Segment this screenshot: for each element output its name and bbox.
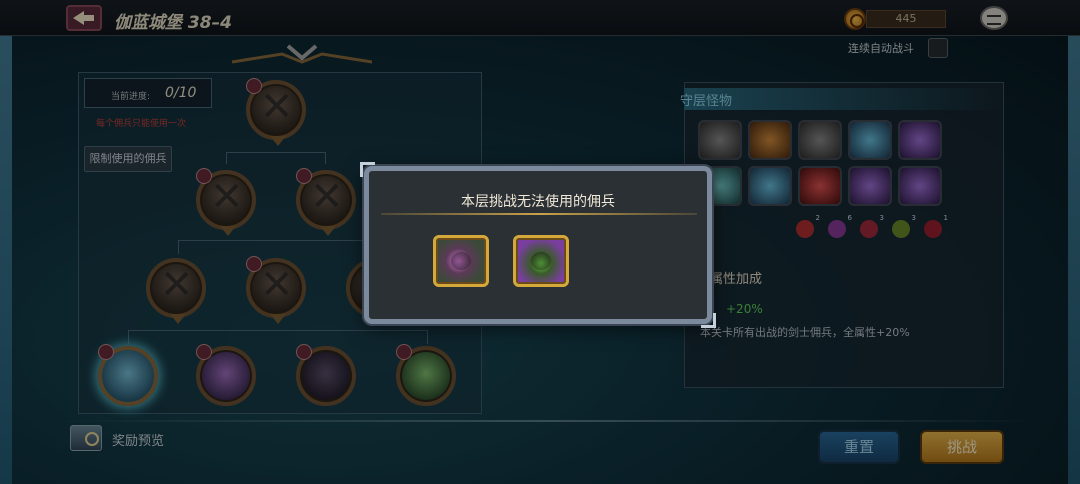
- restricted-mercenaries-dialog: 本层挑战无法使用的佣兵: [360, 162, 716, 328]
- dialog-divider: [381, 213, 697, 215]
- dialog-title: 本层挑战无法使用的佣兵: [461, 194, 615, 210]
- merc-catbeast-icon[interactable]: [513, 235, 569, 287]
- merc-witch-icon[interactable]: [433, 235, 489, 287]
